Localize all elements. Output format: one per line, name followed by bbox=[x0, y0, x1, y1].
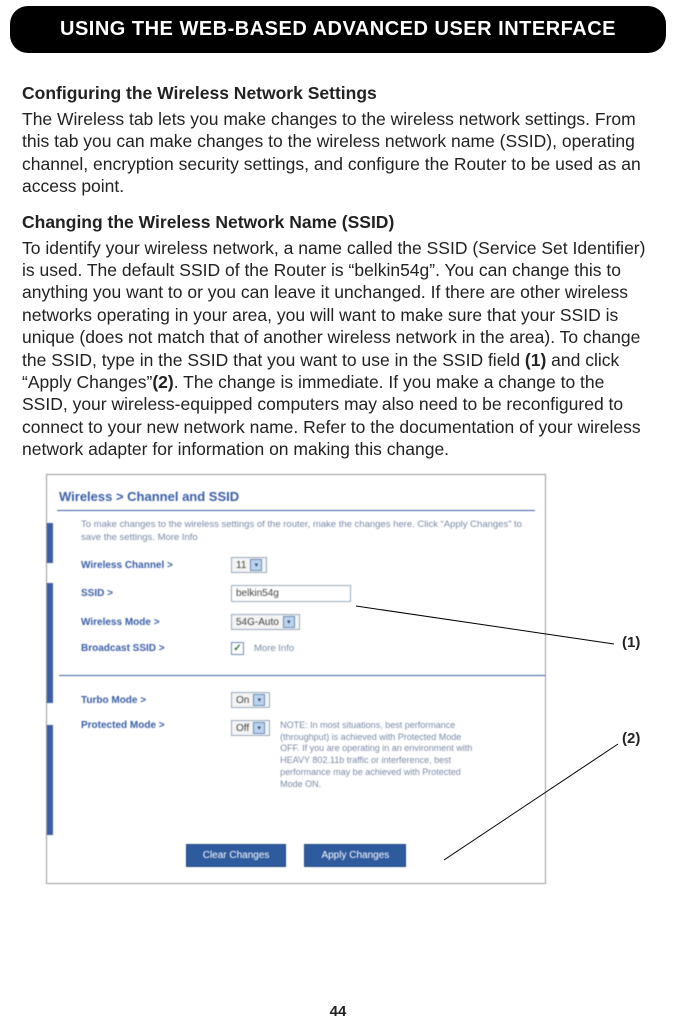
page-content: Configuring the Wireless Network Setting… bbox=[0, 53, 676, 884]
chevron-down-icon: ▾ bbox=[253, 694, 265, 706]
page-number: 44 bbox=[0, 1003, 676, 1020]
section-2-heading: Changing the Wireless Network Name (SSID… bbox=[22, 212, 654, 233]
sidebar-stripe bbox=[47, 583, 53, 703]
label-turbo: Turbo Mode > bbox=[81, 695, 231, 706]
clear-changes-button[interactable]: Clear Changes bbox=[186, 844, 287, 867]
label-mode: Wireless Mode > bbox=[81, 617, 231, 628]
section-1-body: The Wireless tab lets you make changes t… bbox=[22, 108, 654, 198]
chevron-down-icon: ▾ bbox=[250, 559, 262, 571]
select-protected-value: Off bbox=[236, 723, 249, 734]
label-ssid: SSID > bbox=[81, 588, 231, 599]
callout-ref-2: (2) bbox=[152, 372, 173, 392]
label-protected: Protected Mode > bbox=[81, 720, 231, 731]
sidebar-stripe bbox=[47, 725, 53, 835]
label-channel: Wireless Channel > bbox=[81, 560, 231, 571]
row-broadcast: Broadcast SSID > ✓ More Info bbox=[81, 636, 533, 661]
label-broadcast: Broadcast SSID > bbox=[81, 643, 231, 654]
router-screenshot-wrap: Wireless > Channel and SSID To make chan… bbox=[46, 474, 654, 884]
select-channel-value: 11 bbox=[236, 560, 246, 571]
row-ssid: SSID > belkin54g bbox=[81, 579, 533, 608]
help-text: To make changes to the wireless settings… bbox=[47, 519, 545, 545]
select-channel[interactable]: 11 ▾ bbox=[231, 557, 267, 573]
callout-1-label: (1) bbox=[622, 634, 640, 651]
row-turbo: Turbo Mode > On ▾ bbox=[81, 686, 533, 714]
checkbox-broadcast[interactable]: ✓ bbox=[231, 642, 244, 655]
chevron-down-icon: ▾ bbox=[283, 616, 295, 628]
router-ui: Wireless > Channel and SSID To make chan… bbox=[46, 474, 546, 884]
select-turbo[interactable]: On ▾ bbox=[231, 692, 270, 708]
select-protected[interactable]: Off ▾ bbox=[231, 720, 270, 736]
button-row: Clear Changes Apply Changes bbox=[47, 844, 545, 867]
divider bbox=[59, 675, 546, 676]
row-mode: Wireless Mode > 54G-Auto ▾ bbox=[81, 608, 533, 636]
divider bbox=[57, 510, 535, 511]
more-info-link[interactable]: More Info bbox=[254, 643, 294, 654]
select-mode[interactable]: 54G-Auto ▾ bbox=[231, 614, 300, 630]
row-channel: Wireless Channel > 11 ▾ bbox=[81, 551, 533, 579]
callout-ref-1: (1) bbox=[525, 350, 546, 370]
form-area: Wireless Channel > 11 ▾ SSID > belkin54g… bbox=[47, 545, 545, 796]
sidebar-stripe bbox=[47, 523, 53, 563]
row-protected: Protected Mode > Off ▾ NOTE: In most sit… bbox=[81, 714, 533, 796]
input-ssid[interactable]: belkin54g bbox=[231, 585, 351, 602]
protected-note: NOTE: In most situations, best performan… bbox=[280, 720, 480, 790]
callout-2-label: (2) bbox=[622, 730, 640, 747]
select-turbo-value: On bbox=[236, 695, 249, 706]
section-1-heading: Configuring the Wireless Network Setting… bbox=[22, 83, 654, 104]
select-mode-value: 54G-Auto bbox=[236, 617, 279, 628]
apply-changes-button[interactable]: Apply Changes bbox=[304, 844, 406, 867]
chevron-down-icon: ▾ bbox=[253, 722, 265, 734]
section-2-body: To identify your wireless network, a nam… bbox=[22, 237, 654, 461]
page-header: USING THE WEB-BASED ADVANCED USER INTERF… bbox=[10, 6, 666, 53]
breadcrumb: Wireless > Channel and SSID bbox=[47, 475, 545, 508]
